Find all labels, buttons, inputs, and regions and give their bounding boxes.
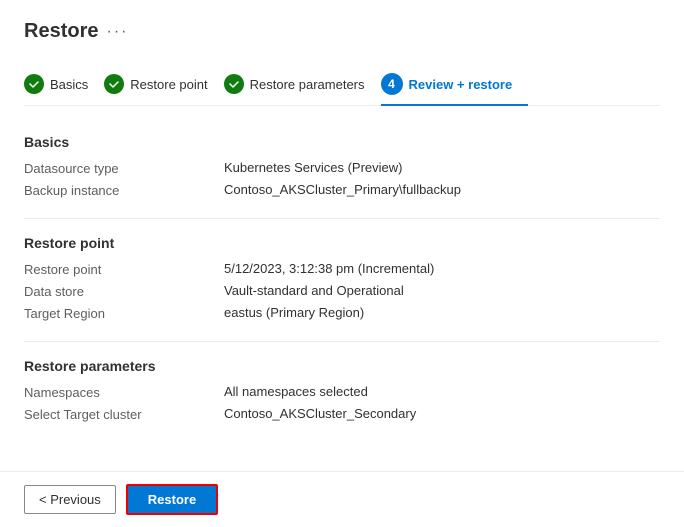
more-options-icon[interactable]: ··· — [106, 23, 128, 41]
namespaces-value: All namespaces selected — [224, 384, 660, 399]
divider-1 — [24, 218, 660, 219]
datasource-type-value: Kubernetes Services (Preview) — [224, 160, 660, 175]
restore-point-row: Restore point 5/12/2023, 3:12:38 pm (Inc… — [24, 261, 660, 277]
backup-instance-value: Contoso_AKSCluster_Primary\fullbackup — [224, 182, 660, 197]
previous-button[interactable]: < Previous — [24, 485, 116, 514]
restore-point-value: 5/12/2023, 3:12:38 pm (Incremental) — [224, 261, 660, 276]
title-row: Restore ··· — [24, 20, 660, 43]
target-cluster-label: Select Target cluster — [24, 406, 224, 422]
step-label-review-restore: Review + restore — [409, 77, 513, 92]
step-label-basics: Basics — [50, 77, 88, 92]
basics-section: Basics Datasource type Kubernetes Servic… — [24, 134, 660, 198]
target-region-row: Target Region eastus (Primary Region) — [24, 305, 660, 321]
target-region-value: eastus (Primary Region) — [224, 305, 660, 320]
step-check-icon-restore-point — [104, 74, 124, 94]
data-store-label: Data store — [24, 283, 224, 299]
step-check-icon-restore-parameters — [224, 74, 244, 94]
target-cluster-value: Contoso_AKSCluster_Secondary — [224, 406, 660, 421]
restore-button[interactable]: Restore — [126, 484, 218, 515]
step-number-icon-review: 4 — [381, 73, 403, 95]
page-title: Restore — [24, 20, 98, 43]
target-cluster-row: Select Target cluster Contoso_AKSCluster… — [24, 406, 660, 422]
step-label-restore-parameters: Restore parameters — [250, 77, 365, 92]
backup-instance-label: Backup instance — [24, 182, 224, 198]
restore-parameters-section: Restore parameters Namespaces All namesp… — [24, 358, 660, 422]
wizard-steps: Basics Restore point Restore parameters … — [24, 63, 660, 106]
namespaces-row: Namespaces All namespaces selected — [24, 384, 660, 400]
data-store-row: Data store Vault-standard and Operationa… — [24, 283, 660, 299]
namespaces-label: Namespaces — [24, 384, 224, 400]
basics-section-title: Basics — [24, 134, 660, 150]
step-restore-point[interactable]: Restore point — [104, 64, 223, 104]
backup-instance-row: Backup instance Contoso_AKSCluster_Prima… — [24, 182, 660, 198]
datasource-type-row: Datasource type Kubernetes Services (Pre… — [24, 160, 660, 176]
footer: < Previous Restore — [0, 471, 684, 527]
data-store-value: Vault-standard and Operational — [224, 283, 660, 298]
step-check-icon-basics — [24, 74, 44, 94]
divider-2 — [24, 341, 660, 342]
step-label-restore-point: Restore point — [130, 77, 207, 92]
step-restore-parameters[interactable]: Restore parameters — [224, 64, 381, 104]
step-basics[interactable]: Basics — [24, 64, 104, 104]
restore-point-section-title: Restore point — [24, 235, 660, 251]
restore-point-label: Restore point — [24, 261, 224, 277]
step-review-restore[interactable]: 4 Review + restore — [381, 63, 529, 105]
datasource-type-label: Datasource type — [24, 160, 224, 176]
restore-point-section: Restore point Restore point 5/12/2023, 3… — [24, 235, 660, 321]
target-region-label: Target Region — [24, 305, 224, 321]
page-container: Restore ··· Basics Restore point — [0, 0, 684, 512]
restore-parameters-section-title: Restore parameters — [24, 358, 660, 374]
